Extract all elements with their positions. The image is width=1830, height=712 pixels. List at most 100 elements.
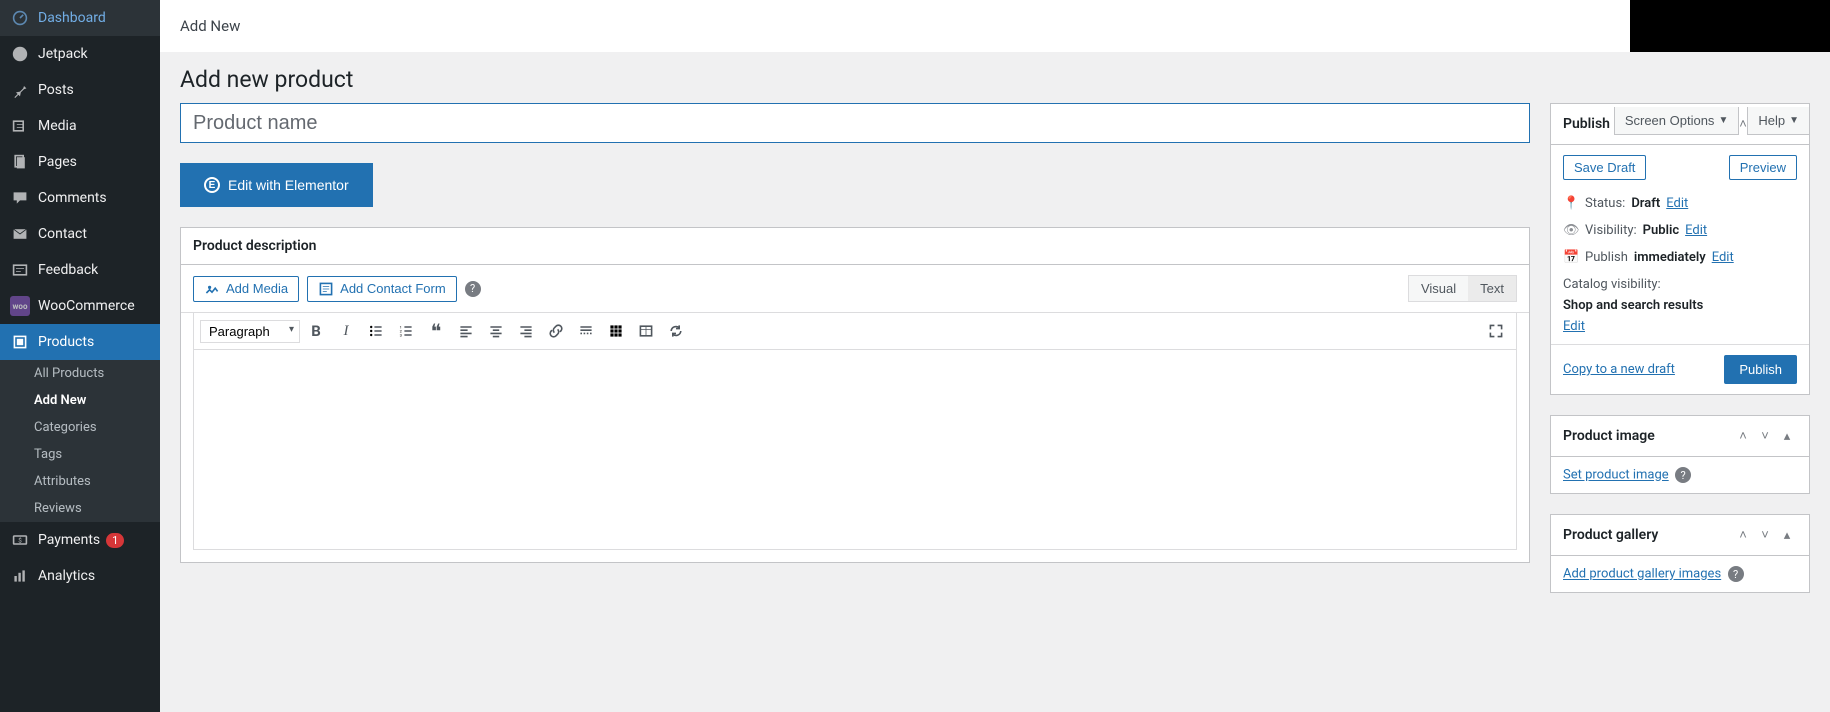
sidebar-label: Contact	[38, 226, 87, 242]
editor-textarea[interactable]	[193, 350, 1517, 550]
edit-with-elementor-button[interactable]: E Edit with Elementor	[180, 163, 373, 207]
sidebar-item-feedback[interactable]: Feedback	[0, 252, 160, 288]
help-icon[interactable]: ?	[1728, 566, 1744, 582]
analytics-icon	[10, 566, 30, 586]
sidebar-label: Comments	[38, 190, 107, 206]
editor-toolbar: Paragraph B I 123 ❝	[193, 313, 1517, 350]
edit-status-link[interactable]: Edit	[1666, 196, 1688, 211]
table-button[interactable]	[632, 317, 660, 345]
copy-to-draft-link[interactable]: Copy to a new draft	[1563, 362, 1675, 377]
sidebar-item-jetpack[interactable]: Jetpack	[0, 36, 160, 72]
elementor-label: Edit with Elementor	[228, 177, 349, 193]
form-icon	[318, 281, 334, 297]
sidebar-label: Products	[38, 334, 94, 350]
sidebar-label: Pages	[38, 154, 77, 170]
add-gallery-images-link[interactable]: Add product gallery images	[1563, 567, 1721, 582]
blockquote-button[interactable]: ❝	[422, 317, 450, 345]
add-media-label: Add Media	[226, 281, 288, 296]
sidebar-item-dashboard[interactable]: Dashboard	[0, 0, 160, 36]
italic-button[interactable]: I	[332, 317, 360, 345]
sidebar-item-media[interactable]: Media	[0, 108, 160, 144]
sidebar-label: WooCommerce	[38, 298, 135, 314]
sidebar-item-contact[interactable]: Contact	[0, 216, 160, 252]
product-name-input[interactable]	[180, 103, 1530, 143]
add-contact-label: Add Contact Form	[340, 281, 446, 296]
toggle-icon[interactable]: ▴	[1777, 525, 1797, 545]
schedule-value: immediately	[1634, 250, 1706, 265]
topbar-title: Add New	[180, 17, 240, 35]
comments-icon	[10, 188, 30, 208]
sidebar-item-products[interactable]: Products	[0, 324, 160, 360]
pin-icon	[10, 80, 30, 100]
numbered-list-button[interactable]: 123	[392, 317, 420, 345]
set-product-image-link[interactable]: Set product image	[1563, 468, 1669, 483]
add-media-button[interactable]: Add Media	[193, 276, 299, 302]
toolbar-toggle-button[interactable]	[602, 317, 630, 345]
toggle-icon[interactable]: ▴	[1777, 426, 1797, 446]
sidebar-item-analytics[interactable]: Analytics	[0, 558, 160, 594]
description-box-title: Product description	[193, 238, 316, 254]
elementor-icon: E	[204, 177, 220, 193]
editor-tab-visual[interactable]: Visual	[1409, 276, 1468, 301]
product-image-title: Product image	[1563, 428, 1655, 444]
edit-visibility-link[interactable]: Edit	[1685, 223, 1707, 238]
save-draft-button[interactable]: Save Draft	[1563, 155, 1646, 180]
bold-button[interactable]: B	[302, 317, 330, 345]
help-icon[interactable]: ?	[1675, 467, 1691, 483]
page-heading: Add new product	[180, 52, 1810, 103]
publish-button[interactable]: Publish	[1724, 355, 1797, 384]
sidebar-item-posts[interactable]: Posts	[0, 72, 160, 108]
media-icon	[10, 116, 30, 136]
pages-icon	[10, 152, 30, 172]
fullscreen-button[interactable]	[1482, 317, 1510, 345]
submenu-tags[interactable]: Tags	[0, 441, 160, 468]
preview-button[interactable]: Preview	[1729, 155, 1797, 180]
submenu-categories[interactable]: Categories	[0, 414, 160, 441]
sidebar-label: Payments	[38, 532, 100, 548]
move-down-icon[interactable]: ˅	[1755, 525, 1775, 545]
submenu-attributes[interactable]: Attributes	[0, 468, 160, 495]
visibility-value: Public	[1643, 223, 1679, 238]
sidebar-item-comments[interactable]: Comments	[0, 180, 160, 216]
main-content: Add New Screen Options▼ Help▼ Add new pr…	[160, 0, 1830, 712]
insert-more-button[interactable]	[572, 317, 600, 345]
admin-sidebar: Dashboard Jetpack Posts Media Pages Comm…	[0, 0, 160, 712]
align-center-button[interactable]	[482, 317, 510, 345]
visibility-label: Visibility:	[1585, 223, 1637, 238]
align-left-button[interactable]	[452, 317, 480, 345]
publish-box: Publish ˄ ˅ ▴ Save Draft Preview	[1550, 103, 1810, 395]
sidebar-item-pages[interactable]: Pages	[0, 144, 160, 180]
submenu-add-new[interactable]: Add New	[0, 387, 160, 414]
woocommerce-icon: woo	[10, 296, 30, 316]
sidebar-label: Posts	[38, 82, 74, 98]
paragraph-select[interactable]: Paragraph	[200, 320, 300, 343]
refresh-button[interactable]	[662, 317, 690, 345]
sidebar-item-payments[interactable]: $ Payments 1	[0, 522, 160, 558]
help-button[interactable]: Help▼	[1747, 107, 1810, 135]
products-submenu: All Products Add New Categories Tags Att…	[0, 360, 160, 522]
move-up-icon[interactable]: ˄	[1733, 525, 1753, 545]
products-icon	[10, 332, 30, 352]
catalog-value: Shop and search results	[1563, 298, 1703, 313]
payments-badge: 1	[106, 533, 124, 548]
topbar-blackout	[1630, 0, 1830, 52]
link-button[interactable]	[542, 317, 570, 345]
move-down-icon[interactable]: ˅	[1755, 426, 1775, 446]
add-contact-form-button[interactable]: Add Contact Form	[307, 276, 457, 302]
schedule-label: Publish	[1585, 250, 1628, 265]
edit-schedule-link[interactable]: Edit	[1712, 250, 1734, 265]
submenu-reviews[interactable]: Reviews	[0, 495, 160, 522]
sidebar-item-woocommerce[interactable]: woo WooCommerce	[0, 288, 160, 324]
caret-down-icon: ▼	[1789, 115, 1799, 126]
help-icon[interactable]: ?	[465, 281, 481, 297]
sidebar-label: Analytics	[38, 568, 95, 584]
move-up-icon[interactable]: ˄	[1733, 426, 1753, 446]
submenu-all-products[interactable]: All Products	[0, 360, 160, 387]
bullet-list-button[interactable]	[362, 317, 390, 345]
screen-options-button[interactable]: Screen Options▼	[1614, 107, 1740, 135]
product-image-box: Product image ˄ ˅ ▴ Set product image ?	[1550, 415, 1810, 494]
key-icon: 📍	[1563, 196, 1579, 211]
align-right-button[interactable]	[512, 317, 540, 345]
edit-catalog-link[interactable]: Edit	[1563, 319, 1585, 334]
editor-tab-text[interactable]: Text	[1468, 276, 1516, 301]
